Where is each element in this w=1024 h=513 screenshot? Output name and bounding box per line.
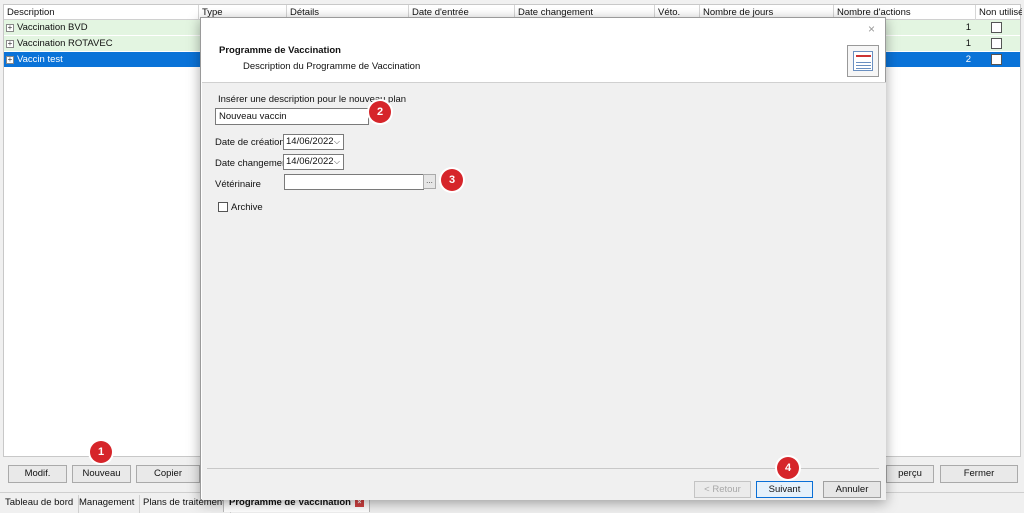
veterinaire-browse-button[interactable]: ... xyxy=(423,174,436,189)
date-creation-picker[interactable]: 14/06/2022 ⌵ xyxy=(283,134,344,150)
fermer-button[interactable]: Fermer xyxy=(940,465,1018,483)
col-description[interactable]: Description xyxy=(4,5,199,20)
expand-icon[interactable]: + xyxy=(6,24,14,32)
chevron-down-icon[interactable]: ⌵ xyxy=(334,155,340,169)
date-creation-value: 14/06/2022 xyxy=(286,136,334,147)
step-badge-2: 2 xyxy=(369,101,391,123)
non-utilise-checkbox[interactable] xyxy=(991,54,1002,65)
tab-management[interactable]: Management xyxy=(74,495,141,513)
copier-button[interactable]: Copier xyxy=(136,465,200,483)
expand-icon[interactable]: + xyxy=(6,40,14,48)
row-description: Vaccin test xyxy=(17,54,63,65)
suivant-button[interactable]: Suivant xyxy=(756,481,813,498)
non-utilise-checkbox[interactable] xyxy=(991,38,1002,49)
col-non-utilise[interactable]: Non utilisé xyxy=(976,5,1022,20)
application-window: Description Type Détails Date d'entrée D… xyxy=(0,0,1024,513)
nouveau-button[interactable]: Nouveau xyxy=(72,465,131,483)
new-plan-dialog: × Programme de Vaccination Description d… xyxy=(200,17,886,500)
non-utilise-checkbox[interactable] xyxy=(991,22,1002,33)
step-badge-4: 4 xyxy=(777,457,799,479)
date-creation-label: Date de création xyxy=(215,137,285,148)
step-badge-1: 1 xyxy=(90,441,112,463)
row-description: Vaccination BVD xyxy=(17,22,88,33)
archive-label: Archive xyxy=(231,202,263,213)
date-changement-picker[interactable]: 14/06/2022 ⌵ xyxy=(283,154,344,170)
close-icon[interactable]: × xyxy=(868,22,875,36)
dialog-title: Programme de Vaccination xyxy=(219,45,341,56)
apercu-button[interactable]: perçu xyxy=(886,465,934,483)
modif-button[interactable]: Modif. xyxy=(8,465,67,483)
row-actions: 2 xyxy=(965,54,971,65)
retour-button[interactable]: < Retour xyxy=(694,481,751,498)
dialog-subtitle: Description du Programme de Vaccination xyxy=(243,61,421,72)
expand-icon[interactable]: + xyxy=(6,56,14,64)
step-badge-3: 3 xyxy=(441,169,463,191)
row-description: Vaccination ROTAVEC xyxy=(17,38,113,49)
tab-tableau-de-bord[interactable]: Tableau de bord xyxy=(0,495,80,513)
annuler-button[interactable]: Annuler xyxy=(823,481,881,498)
notepad-icon xyxy=(847,45,879,77)
veterinaire-label: Vétérinaire xyxy=(215,179,261,190)
dialog-body: Insérer une description pour le nouveau … xyxy=(202,82,886,500)
archive-checkbox[interactable] xyxy=(218,202,228,212)
date-changement-value: 14/06/2022 xyxy=(286,156,334,167)
row-actions: 1 xyxy=(965,38,971,49)
description-input[interactable] xyxy=(215,108,369,125)
chevron-down-icon[interactable]: ⌵ xyxy=(334,135,340,149)
row-actions: 1 xyxy=(965,22,971,33)
veterinaire-input[interactable] xyxy=(284,174,424,190)
date-changement-label: Date changement xyxy=(215,158,290,169)
